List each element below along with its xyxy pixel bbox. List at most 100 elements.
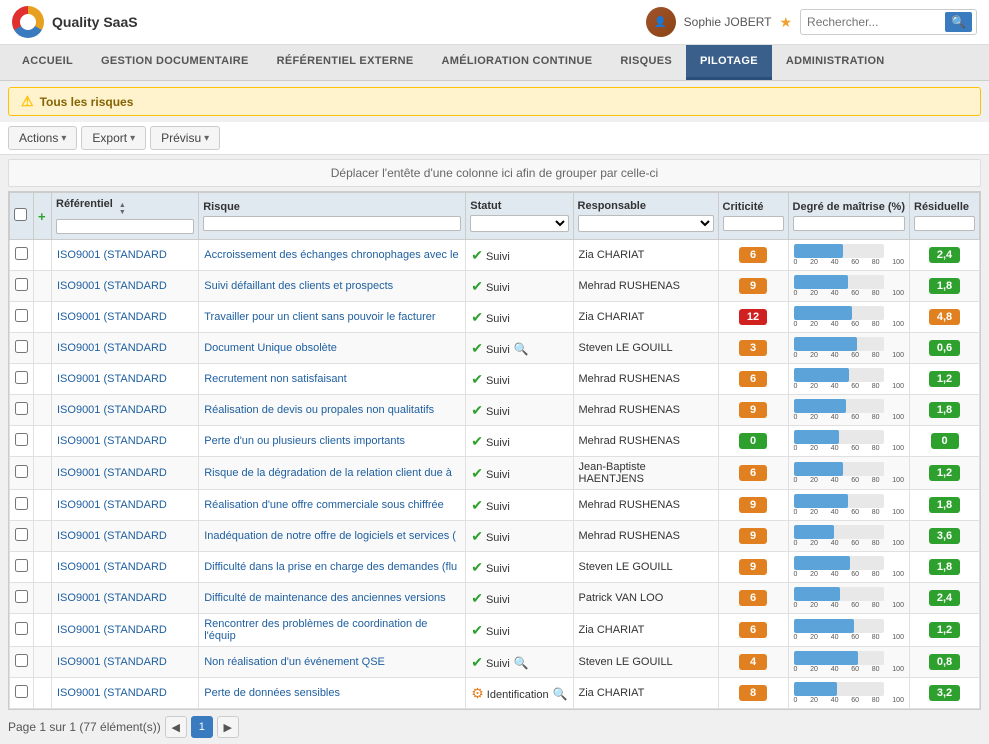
actions-arrow: ▾ (61, 133, 66, 144)
ref-link[interactable]: ISO9001 (STANDARD (57, 280, 167, 292)
row-checkbox[interactable] (15, 278, 28, 291)
nav-item-administration[interactable]: ADMINISTRATION (772, 45, 899, 80)
row-statut: ✔Suivi (466, 583, 573, 614)
risk-link[interactable]: Non réalisation d'un événement QSE (204, 656, 385, 668)
risk-link[interactable]: Document Unique obsolète (204, 342, 337, 354)
row-residuelle: 0 (910, 426, 980, 457)
nav-item-accueil[interactable]: ACCUEIL (8, 45, 87, 80)
ref-link[interactable]: ISO9001 (STANDARD (57, 624, 167, 636)
filter-referentiel[interactable] (56, 219, 194, 234)
ref-link[interactable]: ISO9001 (STANDARD (57, 656, 167, 668)
search-detail-icon[interactable]: 🔍 (514, 656, 529, 670)
filter-criticite[interactable] (723, 216, 784, 231)
filter-maitrise[interactable] (793, 216, 905, 231)
export-button[interactable]: Export ▾ (81, 126, 146, 150)
current-page[interactable]: 1 (191, 716, 213, 738)
status-check-icon: ✔ (471, 654, 483, 670)
residuelle-badge: 1,8 (929, 278, 960, 294)
ref-link[interactable]: ISO9001 (STANDARD (57, 342, 167, 354)
row-ref: ISO9001 (STANDARD (52, 614, 199, 647)
ref-link[interactable]: ISO9001 (STANDARD (57, 499, 167, 511)
row-checkbox[interactable] (15, 402, 28, 415)
next-page-button[interactable]: ▶ (217, 716, 239, 738)
row-residuelle: 2,4 (910, 583, 980, 614)
row-checkbox[interactable] (15, 654, 28, 667)
top-right: 👤 Sophie JOBERT ★ 🔍 (646, 7, 977, 37)
ref-link[interactable]: ISO9001 (STANDARD (57, 561, 167, 573)
row-checkbox-cell (10, 678, 34, 709)
actions-button[interactable]: Actions ▾ (8, 126, 77, 150)
row-checkbox[interactable] (15, 340, 28, 353)
row-checkbox-cell (10, 364, 34, 395)
table-row: ISO9001 (STANDARD Suivi défaillant des cl… (10, 271, 980, 302)
prev-page-button[interactable]: ◀ (165, 716, 187, 738)
risk-link[interactable]: Risque de la dégradation de la relation … (204, 467, 452, 479)
progress-labels: 020406080100 (794, 383, 904, 390)
nav-item-risques[interactable]: RISQUES (606, 45, 686, 80)
nav-item-amelioration[interactable]: AMÉLIORATION CONTINUE (427, 45, 606, 80)
ref-link[interactable]: ISO9001 (STANDARD (57, 249, 167, 261)
search-detail-icon[interactable]: 🔍 (514, 342, 529, 356)
risk-link[interactable]: Réalisation d'une offre commerciale sous… (204, 499, 444, 511)
risk-link[interactable]: Inadéquation de notre offre de logiciels… (204, 530, 456, 542)
risk-link[interactable]: Suivi défaillant des clients et prospect… (204, 280, 393, 292)
risk-link[interactable]: Perte d'un ou plusieurs clients importan… (204, 435, 405, 447)
row-add-cell (34, 521, 52, 552)
risk-link[interactable]: Rencontrer des problèmes de coordination… (204, 618, 427, 642)
statut-label: Suivi (486, 375, 510, 387)
risk-link[interactable]: Difficulté de maintenance des anciennes … (204, 592, 445, 604)
progress-labels: 020406080100 (794, 321, 904, 328)
row-checkbox[interactable] (15, 559, 28, 572)
ref-link[interactable]: ISO9001 (STANDARD (57, 467, 167, 479)
progress-wrapper: 020406080100 (794, 275, 904, 297)
row-checkbox[interactable] (15, 247, 28, 260)
ref-link[interactable]: ISO9001 (STANDARD (57, 435, 167, 447)
row-checkbox[interactable] (15, 622, 28, 635)
ref-link[interactable]: ISO9001 (STANDARD (57, 592, 167, 604)
row-checkbox[interactable] (15, 465, 28, 478)
progress-container (794, 430, 884, 444)
row-checkbox[interactable] (15, 309, 28, 322)
filter-risque[interactable] (203, 216, 461, 231)
ref-link[interactable]: ISO9001 (STANDARD (57, 311, 167, 323)
row-checkbox[interactable] (15, 685, 28, 698)
search-detail-icon[interactable]: 🔍 (553, 687, 568, 701)
row-checkbox[interactable] (15, 528, 28, 541)
nav-item-pilotage[interactable]: PILOTAGE (686, 45, 772, 80)
row-checkbox[interactable] (15, 497, 28, 510)
ref-link[interactable]: ISO9001 (STANDARD (57, 687, 167, 699)
previsu-button[interactable]: Prévisu ▾ (150, 126, 220, 150)
nav-item-gestion[interactable]: GESTION DOCUMENTAIRE (87, 45, 263, 80)
filter-residuelle[interactable] (914, 216, 975, 231)
search-input[interactable] (805, 13, 945, 31)
ref-link[interactable]: ISO9001 (STANDARD (57, 404, 167, 416)
search-button[interactable]: 🔍 (945, 12, 972, 32)
progress-wrapper: 020406080100 (794, 337, 904, 359)
filter-statut[interactable] (470, 215, 568, 232)
star-icon[interactable]: ★ (779, 14, 792, 31)
ref-link[interactable]: ISO9001 (STANDARD (57, 530, 167, 542)
row-checkbox[interactable] (15, 433, 28, 446)
sort-referentiel[interactable]: ▲▼ (119, 202, 126, 216)
filter-responsable[interactable] (578, 215, 714, 232)
row-checkbox[interactable] (15, 590, 28, 603)
risk-link[interactable]: Difficulté dans la prise en charge des d… (204, 561, 457, 573)
add-icon[interactable]: + (38, 209, 46, 224)
status-check-icon: ✔ (471, 247, 483, 263)
row-criticite: 9 (718, 490, 788, 521)
risk-link[interactable]: Accroissement des échanges chronophages … (204, 249, 458, 261)
risk-link[interactable]: Perte de données sensibles (204, 687, 340, 699)
row-maitrise: 020406080100 (788, 614, 909, 647)
row-risque: Perte d'un ou plusieurs clients importan… (199, 426, 466, 457)
risk-link[interactable]: Recrutement non satisfaisant (204, 373, 346, 385)
row-residuelle: 1,8 (910, 490, 980, 521)
row-checkbox[interactable] (15, 371, 28, 384)
risk-link[interactable]: Travailler pour un client sans pouvoir l… (204, 311, 435, 323)
risk-link[interactable]: Réalisation de devis ou propales non qua… (204, 404, 434, 416)
risks-table: + Référentiel ▲▼ Risque Statut Responsab… (9, 192, 980, 709)
status-check-icon: ✔ (471, 340, 483, 356)
nav-item-referentiel[interactable]: RÉFÉRENTIEL EXTERNE (263, 45, 428, 80)
select-all-checkbox[interactable] (14, 208, 27, 221)
table-row: ISO9001 (STANDARD Non réalisation d'un év… (10, 647, 980, 678)
ref-link[interactable]: ISO9001 (STANDARD (57, 373, 167, 385)
